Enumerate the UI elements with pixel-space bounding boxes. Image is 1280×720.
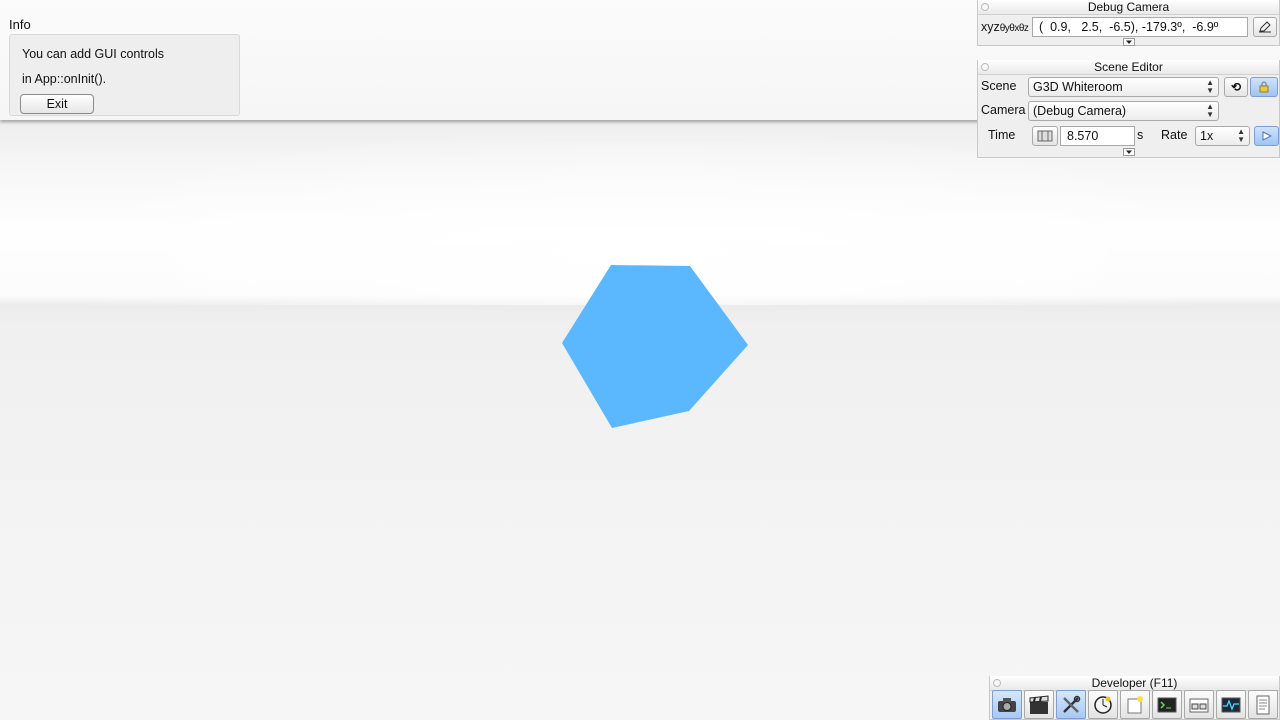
tools-icon[interactable]	[1056, 690, 1086, 719]
exit-button[interactable]: Exit	[20, 94, 94, 114]
camera-frame-field[interactable]: ( 0.9, 2.5, -6.5), -179.3º, -6.9º	[1032, 17, 1248, 37]
updown-arrows-icon: ▲ ▼	[1237, 127, 1245, 144]
clock-icon[interactable]	[1088, 690, 1118, 719]
clapperboard-icon[interactable]	[1024, 690, 1054, 719]
film-reset-icon[interactable]	[1032, 126, 1058, 146]
new-window-icon[interactable]	[1120, 690, 1150, 719]
camera-select[interactable]: (Debug Camera) ▲ ▼	[1028, 101, 1219, 121]
time-field[interactable]: 8.570	[1060, 126, 1135, 146]
rate-label: Rate	[1161, 128, 1188, 142]
scene-editor-title: Scene Editor	[978, 60, 1279, 75]
play-icon[interactable]	[1254, 126, 1279, 146]
developer-title: Developer (F11)	[990, 676, 1279, 691]
rate-select-value: 1x	[1200, 129, 1214, 143]
scene-select[interactable]: G3D Whiteroom ▲ ▼	[1028, 77, 1219, 97]
time-label: Time	[988, 128, 1016, 142]
close-icon[interactable]	[981, 63, 989, 71]
pencil-icon[interactable]	[1253, 17, 1277, 37]
info-text-line-2: in App::onInit().	[22, 72, 107, 86]
camera-label: Camera	[981, 103, 1026, 117]
developer-window: Developer (F11)	[989, 676, 1280, 720]
xyz-label: xyz	[981, 20, 1000, 34]
expand-down-icon[interactable]	[1123, 148, 1135, 156]
updown-arrows-icon: ▲ ▼	[1206, 78, 1214, 95]
camera-select-value: (Debug Camera)	[1033, 104, 1127, 118]
close-icon[interactable]	[981, 3, 989, 11]
terminal-icon[interactable]	[1152, 690, 1182, 719]
time-unit: s	[1137, 128, 1144, 142]
updown-arrows-icon: ▲ ▼	[1206, 102, 1214, 119]
debug-camera-window: Debug Camera xyzθyθxθz ( 0.9, 2.5, -6.5)…	[977, 0, 1280, 46]
document-icon[interactable]	[1248, 690, 1278, 719]
scene-editor-window: Scene Editor Scene G3D Whiteroom ▲ ▼ ⟲ Ca…	[977, 60, 1280, 158]
camera-icon[interactable]	[992, 690, 1022, 719]
close-icon[interactable]	[993, 679, 1001, 687]
scene-graph-icon[interactable]	[1184, 690, 1214, 719]
expand-down-icon[interactable]	[1123, 38, 1135, 46]
profiler-icon[interactable]	[1216, 690, 1246, 719]
angle-label: θyθxθz	[999, 23, 1029, 34]
rate-select[interactable]: 1x ▲ ▼	[1195, 126, 1250, 146]
frame-label: xyzθyθxθz	[981, 20, 1029, 34]
lock-icon[interactable]	[1250, 77, 1278, 97]
debug-camera-title: Debug Camera	[978, 0, 1279, 15]
info-text-line-1: You can add GUI controls	[22, 47, 164, 61]
scene-label: Scene	[981, 79, 1017, 93]
reload-icon[interactable]: ⟲	[1224, 77, 1248, 97]
info-window-title: Info	[9, 17, 31, 32]
scene-select-value: G3D Whiteroom	[1033, 80, 1123, 94]
info-window: You can add GUI controls in App::onInit(…	[9, 34, 240, 116]
